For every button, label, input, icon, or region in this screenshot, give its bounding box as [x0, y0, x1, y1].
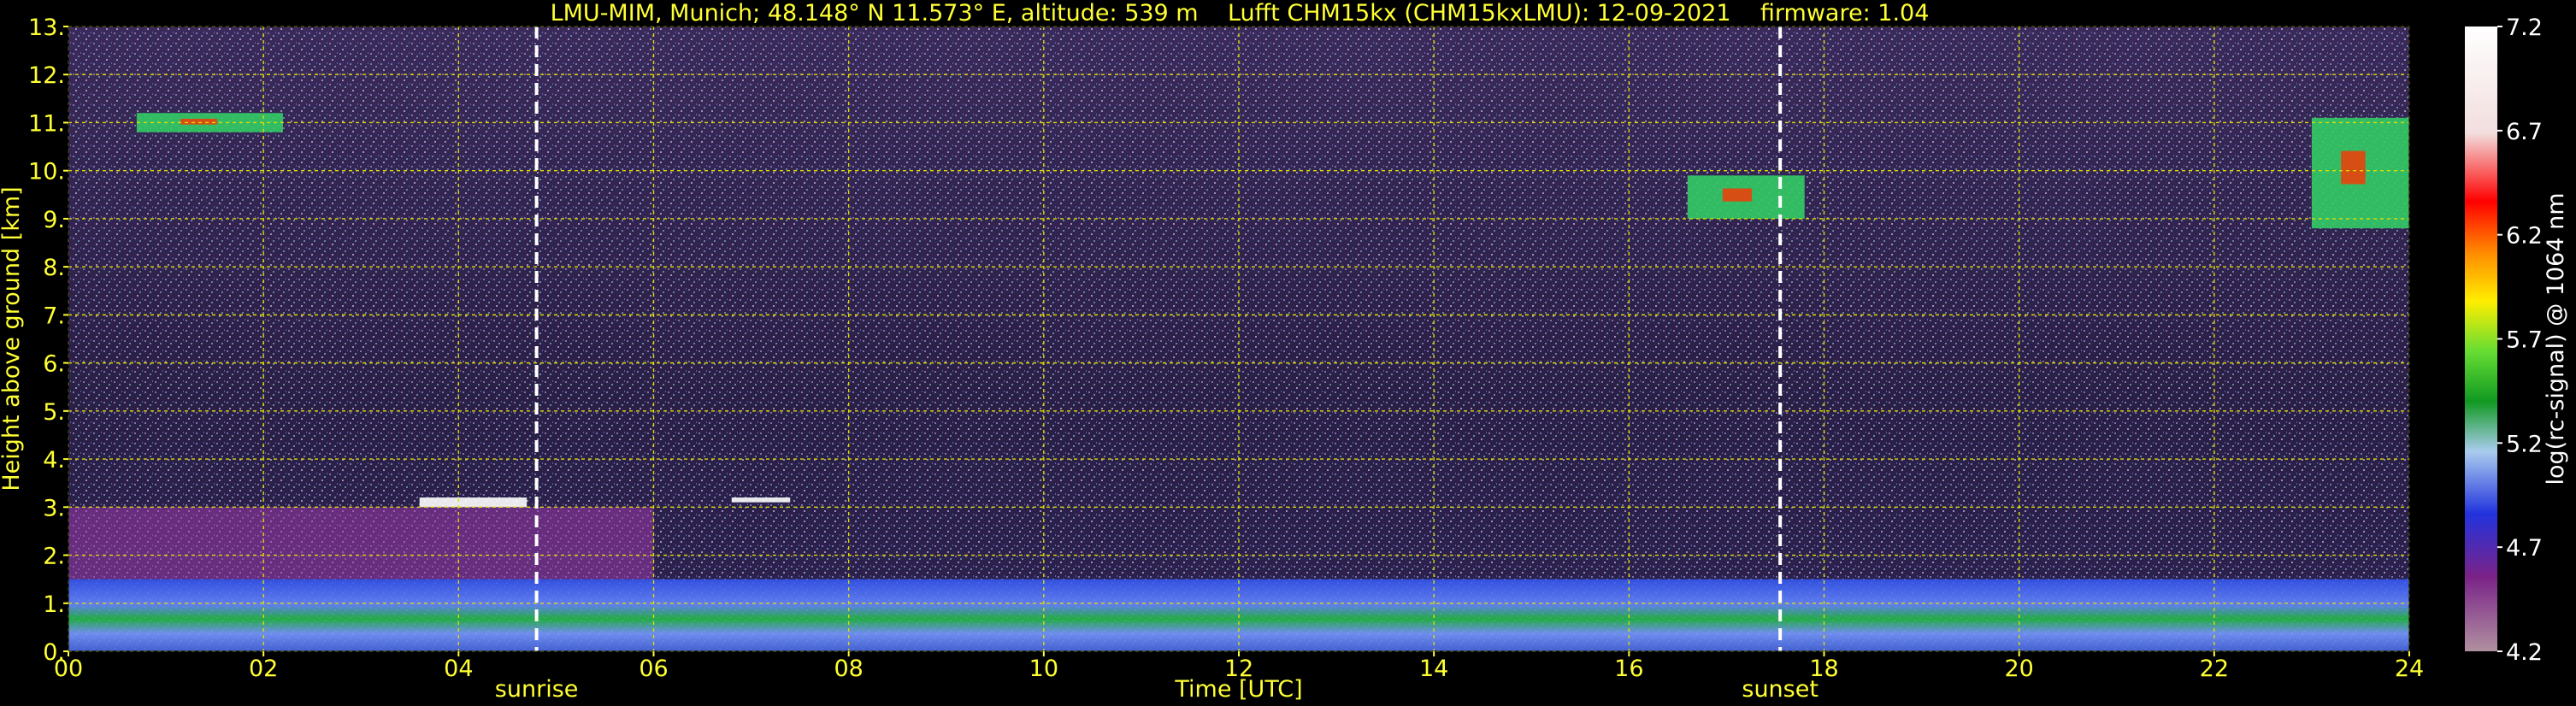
colorbar-gradient: [2465, 26, 2497, 651]
ceilometer-chart: sunrise sunset 00 02 04 06 08 10 12 14 16 18 20 22 24…: [0, 15, 2569, 703]
colorbar-tick-label: 5.2: [2506, 431, 2543, 457]
x-tick-label: 24: [2395, 656, 2424, 682]
y-tick-label: 11.: [28, 110, 65, 137]
y-tick-label: 10.: [28, 159, 65, 185]
x-axis-label: Time [UTC]: [1174, 676, 1302, 703]
cirrus-core: [180, 118, 217, 125]
y-tick-label: 7.: [43, 303, 65, 329]
y-axis-label: Height above ground [km]: [0, 186, 25, 491]
x-tick-label: 20: [2004, 656, 2033, 682]
cirrus-core: [1722, 188, 1753, 202]
colorbar-tick-label: 4.2: [2506, 639, 2543, 666]
sunset-label: sunset: [1742, 676, 1819, 703]
cloud-feature: [419, 497, 528, 508]
y-tick-label: 1.: [43, 591, 65, 618]
y-tick-label: 9.: [43, 207, 65, 233]
x-tick-label: 10: [1029, 656, 1058, 682]
colorbar-tick-label: 6.7: [2506, 119, 2543, 145]
plot-area: [68, 26, 2409, 651]
sunrise-label: sunrise: [495, 676, 579, 703]
cloud-feature: [731, 497, 791, 503]
x-tick-label: 04: [444, 656, 473, 682]
colorbar-label: log(rc-signal) @ 1064 nm: [2543, 192, 2569, 485]
colorbar-tick-label: 6.2: [2506, 223, 2543, 250]
y-tick-label: 8.: [43, 255, 65, 281]
x-tick-label: 06: [639, 656, 668, 682]
x-tick-label: 08: [834, 656, 863, 682]
y-tick-label: 4.: [43, 447, 65, 474]
y-tick-label: 12.: [28, 62, 65, 89]
colorbar-tick-label: 4.7: [2506, 535, 2543, 562]
y-tick-label: 6.: [43, 351, 65, 378]
residual-layer-feature: [68, 507, 654, 580]
y-tick-label: 13.: [28, 15, 65, 41]
colorbar-tick-label: 5.7: [2506, 327, 2543, 354]
y-tick-label: 5.: [43, 399, 65, 426]
y-tick-label: 2.: [43, 544, 65, 570]
cirrus-core: [2341, 150, 2366, 185]
x-tick-label: 22: [2200, 656, 2229, 682]
x-tick-label: 16: [1614, 656, 1643, 682]
colorbar-tick-label: 7.2: [2506, 15, 2543, 41]
y-tick-label: 0.: [43, 639, 65, 666]
x-tick-label: 18: [1809, 656, 1838, 682]
y-tick-label: 3.: [43, 495, 65, 521]
colorbar: 7.2 6.7 6.2 5.7 5.2 4.7 4.2 log(rc-signal) @ 10…: [2465, 15, 2569, 666]
x-tick-label: 02: [249, 656, 278, 682]
x-tick-label: 14: [1419, 656, 1448, 682]
